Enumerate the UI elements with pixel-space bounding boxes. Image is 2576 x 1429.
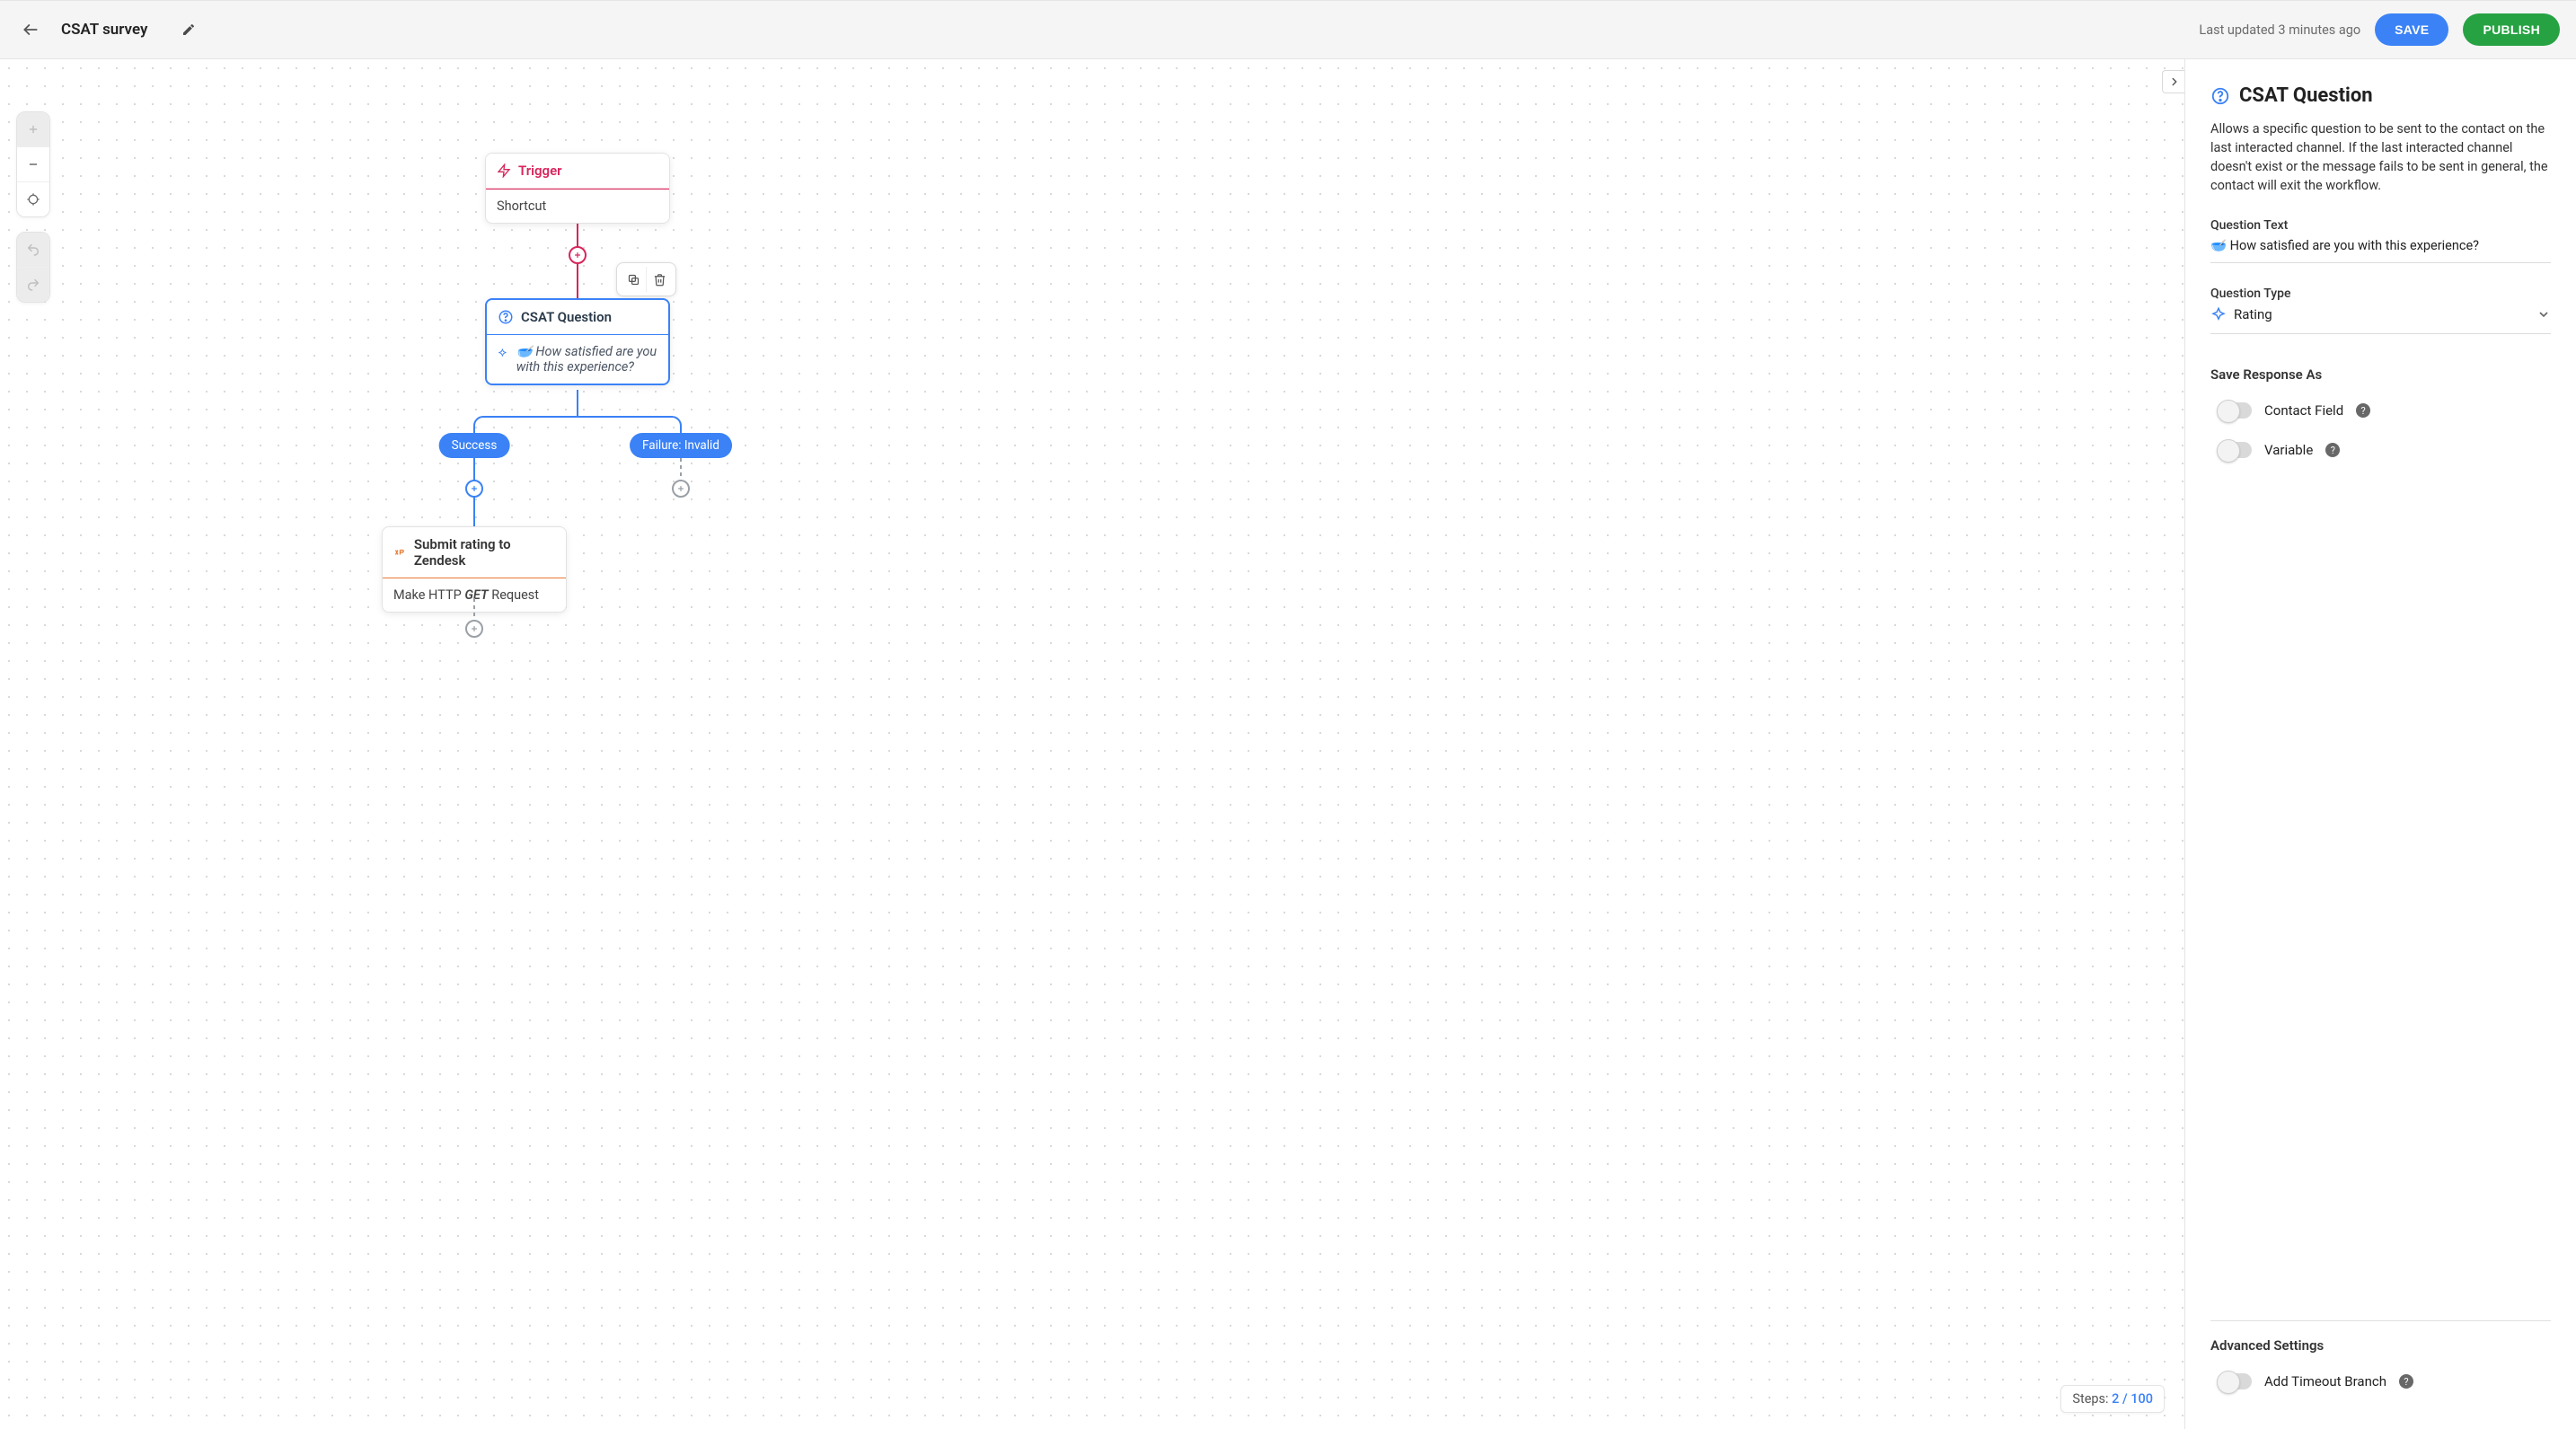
app-header: CSAT survey Last updated 3 minutes ago S…	[0, 0, 2576, 59]
branch-success-pill[interactable]: Success	[439, 433, 510, 458]
help-icon[interactable]: ?	[2325, 443, 2340, 457]
node-zendesk-title: Submit rating to Zendesk	[414, 536, 555, 569]
node-csat-body: 🥣 How satisfied are you with this experi…	[487, 335, 668, 384]
add-step-success[interactable]	[465, 480, 483, 498]
advanced-settings-label: Advanced Settings	[2210, 1337, 2551, 1354]
node-zendesk-header: Submit rating to Zendesk	[383, 527, 566, 578]
http-icon	[393, 545, 407, 560]
delete-node-button[interactable]	[647, 267, 672, 292]
add-step-after-zendesk[interactable]	[465, 620, 483, 638]
node-zendesk-body-verb: GET	[464, 587, 488, 603]
node-trigger-body: Shortcut	[486, 190, 669, 223]
workflow-canvas[interactable]: Trigger Shortcut	[0, 59, 2184, 1429]
flow-stage: Trigger Shortcut	[0, 59, 2184, 1429]
last-updated: Last updated 3 minutes ago	[2199, 22, 2360, 38]
panel-title-row: CSAT Question	[2210, 84, 2551, 107]
node-csat-title: CSAT Question	[521, 309, 612, 325]
back-button[interactable]	[16, 15, 45, 44]
copy-icon	[627, 273, 640, 287]
pencil-icon	[181, 22, 196, 37]
node-mini-toolbar	[616, 262, 676, 296]
copy-node-button[interactable]	[621, 267, 646, 292]
toggle-contact-field-row: Contact Field ?	[2219, 402, 2551, 419]
toggle-contact-field[interactable]	[2219, 402, 2252, 419]
toggle-variable-label: Variable	[2264, 442, 2313, 458]
node-zendesk-body: Make HTTP GET Request	[383, 578, 566, 612]
node-zendesk-body-suffix: Request	[489, 587, 539, 603]
sparkle-icon	[498, 344, 507, 362]
properties-panel: CSAT Question Allows a specific question…	[2184, 59, 2576, 1429]
plus-icon	[470, 484, 479, 493]
question-circle-icon	[2210, 86, 2230, 106]
panel-title: CSAT Question	[2239, 84, 2373, 107]
node-zendesk[interactable]: Submit rating to Zendesk Make HTTP GET R…	[382, 526, 567, 613]
question-type-label: Question Type	[2210, 287, 2551, 301]
trash-icon	[653, 273, 666, 287]
panel-description: Allows a specific question to be sent to…	[2210, 119, 2551, 195]
save-response-as-label: Save Response As	[2210, 366, 2551, 383]
toggle-timeout-label: Add Timeout Branch	[2264, 1373, 2386, 1389]
toggle-variable[interactable]	[2219, 442, 2252, 458]
plus-icon	[470, 624, 479, 633]
node-trigger-header: Trigger	[486, 154, 669, 189]
divider	[2210, 1320, 2551, 1321]
page-title: CSAT survey	[61, 21, 147, 39]
arrow-left-icon	[22, 21, 40, 39]
node-csat-question-text: 🥣 How satisfied are you with this experi…	[516, 344, 657, 375]
help-icon[interactable]: ?	[2399, 1374, 2413, 1389]
question-type-value: Rating	[2234, 306, 2529, 322]
node-trigger-title: Trigger	[518, 163, 562, 179]
steps-max: 100	[2130, 1391, 2153, 1407]
toggle-timeout-branch[interactable]	[2219, 1373, 2252, 1389]
bolt-icon	[497, 163, 511, 178]
steps-label: Steps:	[2072, 1391, 2108, 1407]
question-text-value[interactable]: 🥣 How satisfied are you with this experi…	[2210, 238, 2551, 263]
header-right: Last updated 3 minutes ago SAVE PUBLISH	[2199, 13, 2560, 46]
steps-counter: Steps: 2 / 100	[2060, 1385, 2165, 1413]
question-text-label: Question Text	[2210, 218, 2551, 233]
header-left: CSAT survey	[16, 15, 201, 44]
chevron-down-icon	[2536, 307, 2551, 322]
node-trigger[interactable]: Trigger Shortcut	[485, 153, 670, 224]
node-csat-header: CSAT Question	[487, 300, 668, 334]
toggle-timeout-row: Add Timeout Branch ?	[2219, 1373, 2551, 1389]
add-step-after-trigger[interactable]	[569, 246, 587, 264]
branch-failure-pill[interactable]: Failure: Invalid	[630, 433, 732, 458]
help-icon[interactable]: ?	[2356, 403, 2370, 418]
toggle-variable-row: Variable ?	[2219, 442, 2551, 458]
steps-sep: /	[2119, 1391, 2130, 1407]
main: Trigger Shortcut	[0, 59, 2576, 1429]
sparkle-icon	[2210, 306, 2227, 322]
question-circle-icon	[498, 309, 514, 325]
publish-button[interactable]: PUBLISH	[2463, 13, 2560, 46]
save-button[interactable]: SAVE	[2375, 13, 2448, 46]
edit-title-button[interactable]	[176, 17, 201, 42]
node-zendesk-body-prefix: Make HTTP	[393, 587, 464, 603]
question-type-select[interactable]: Rating	[2210, 306, 2551, 334]
plus-icon	[573, 251, 582, 260]
plus-icon	[676, 484, 685, 493]
toggle-contact-field-label: Contact Field	[2264, 402, 2343, 419]
node-csat-question[interactable]: CSAT Question 🥣 How satisfied are you wi…	[485, 298, 670, 385]
add-step-failure[interactable]	[672, 480, 690, 498]
